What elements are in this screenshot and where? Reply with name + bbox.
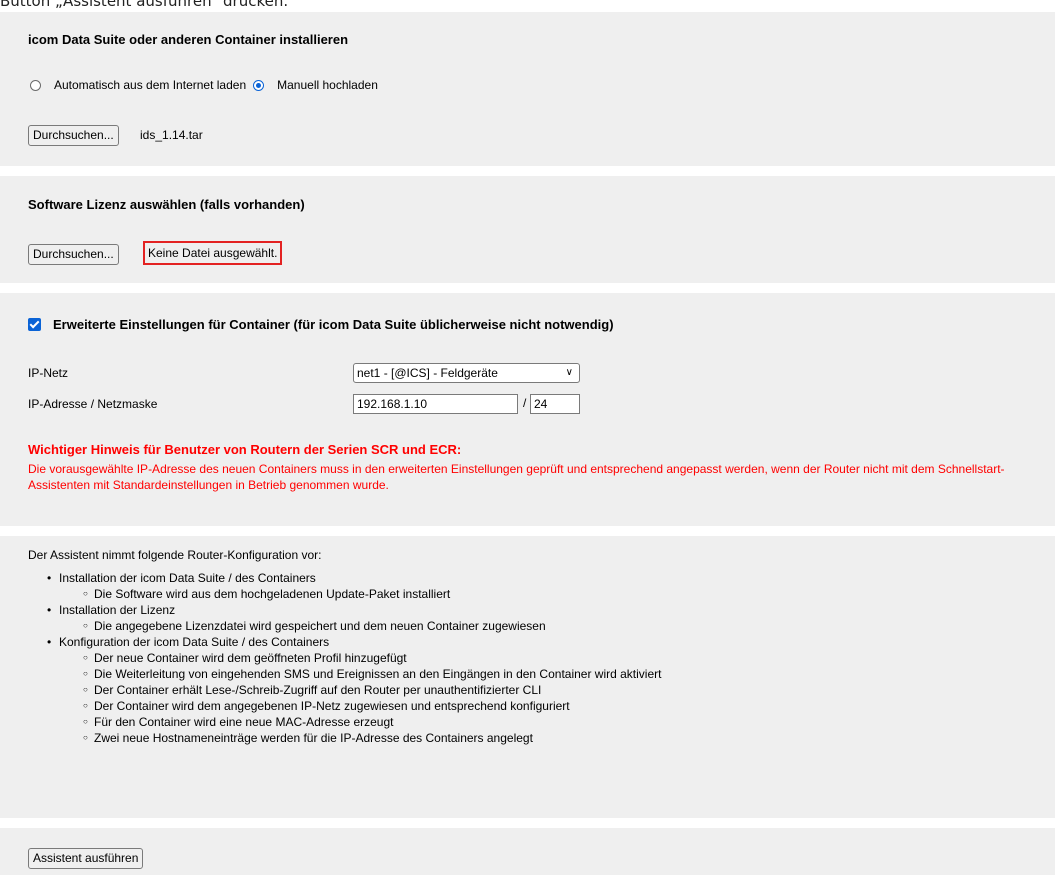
- netmask-input[interactable]: 24: [530, 394, 580, 414]
- sub-list-item: Zwei neue Hostnameneinträge werden für d…: [83, 730, 661, 746]
- sub-list-item: Der neue Container wird dem geöffneten P…: [83, 650, 661, 666]
- browse-license-button[interactable]: Durchsuchen...: [28, 244, 119, 265]
- sub-list: Die angegebene Lizenzdatei wird gespeich…: [59, 618, 661, 634]
- sub-list-item: Der Container wird dem angegebenen IP-Ne…: [83, 698, 661, 714]
- sub-list-item: Die angegebene Lizenzdatei wird gespeich…: [83, 618, 661, 634]
- sub-list-item: Die Software wird aus dem hochgeladenen …: [83, 586, 661, 602]
- summary-panel: Der Assistent nimmt folgende Router-Konf…: [0, 536, 1055, 818]
- sub-list-item: Für den Container wird eine neue MAC-Adr…: [83, 714, 661, 730]
- ip-net-label: IP-Netz: [28, 366, 69, 380]
- list-item: Installation der Lizenz Die angegebene L…: [47, 602, 661, 634]
- list-item-label: Installation der Lizenz: [59, 603, 176, 617]
- sub-list-item: Die Weiterleitung von eingehenden SMS un…: [83, 666, 661, 682]
- list-item-label: Installation der icom Data Suite / des C…: [59, 571, 316, 585]
- ip-net-select[interactable]: net1 - [@ICS] - Feldgeräte ∨: [353, 363, 580, 383]
- install-source-radio-group: Automatisch aus dem Internet laden Manue…: [30, 78, 378, 92]
- warning-text: Die vorausgewählte IP-Adresse des neuen …: [28, 462, 1005, 492]
- license-panel: Software Lizenz auswählen (falls vorhand…: [0, 176, 1055, 283]
- package-file-name: ids_1.14.tar: [140, 128, 203, 142]
- sub-list: Der neue Container wird dem geöffneten P…: [59, 650, 661, 746]
- advanced-settings-label: Erweiterte Einstellungen für Container (…: [53, 317, 614, 332]
- install-section-title: icom Data Suite oder anderen Container i…: [28, 32, 349, 47]
- ip-address-label: IP-Adresse / Netzmaske: [28, 397, 158, 411]
- sub-list-item: Der Container erhält Lese-/Schreib-Zugri…: [83, 682, 661, 698]
- netmask-separator: /: [523, 396, 527, 410]
- run-panel: Assistent ausführen: [0, 828, 1055, 875]
- summary-intro: Der Assistent nimmt folgende Router-Konf…: [28, 548, 322, 562]
- install-container-panel: icom Data Suite oder anderen Container i…: [0, 12, 1055, 166]
- run-assistant-button[interactable]: Assistent ausführen: [28, 848, 144, 869]
- list-item-label: Konfiguration der icom Data Suite / des …: [59, 635, 330, 649]
- sub-list: Die Software wird aus dem hochgeladenen …: [59, 586, 661, 602]
- license-file-name: Keine Datei ausgewählt.: [143, 241, 283, 265]
- advanced-settings-panel: Erweiterte Einstellungen für Container (…: [0, 293, 1055, 526]
- caption-text: Button „Assistent ausführen“ drücken.: [0, 0, 289, 10]
- radio-manual-label: Manuell hochladen: [277, 78, 378, 92]
- advanced-settings-checkbox[interactable]: [28, 318, 41, 331]
- warning-title: Wichtiger Hinweis für Benutzer von Route…: [28, 442, 462, 457]
- summary-list: Installation der icom Data Suite / des C…: [47, 570, 661, 746]
- ip-address-input[interactable]: 192.168.1.10: [353, 394, 518, 414]
- ip-net-selected-value: net1 - [@ICS] - Feldgeräte: [357, 366, 498, 380]
- license-section-title: Software Lizenz auswählen (falls vorhand…: [28, 197, 305, 212]
- browse-package-button[interactable]: Durchsuchen...: [28, 125, 119, 146]
- chevron-down-icon: ∨: [565, 367, 573, 378]
- radio-auto-download[interactable]: [30, 79, 41, 91]
- radio-manual-upload[interactable]: [253, 79, 265, 91]
- list-item: Installation der icom Data Suite / des C…: [47, 570, 661, 602]
- list-item: Konfiguration der icom Data Suite / des …: [47, 634, 661, 746]
- radio-auto-label: Automatisch aus dem Internet laden: [54, 78, 247, 92]
